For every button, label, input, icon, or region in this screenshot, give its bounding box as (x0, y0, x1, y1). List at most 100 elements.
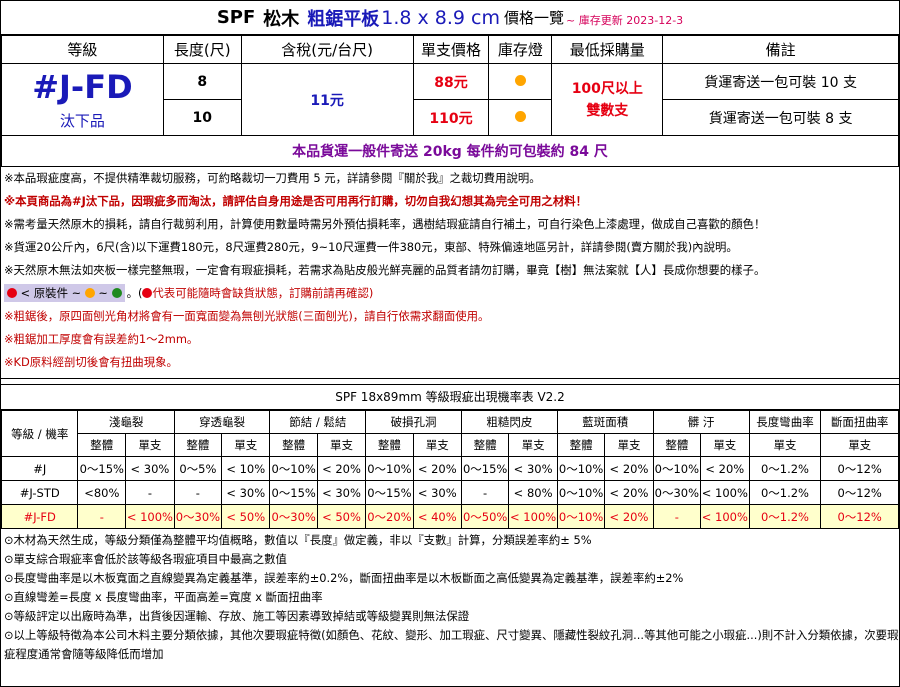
defect-group: 髒 汙 (652, 410, 750, 434)
header-length: 長度(尺) (162, 35, 242, 64)
stock-cell (488, 63, 553, 100)
length-cell: 10 (162, 99, 242, 136)
defect-cell: < 20% (700, 456, 750, 481)
defect-cell: < 20% (604, 480, 654, 505)
defect-group-header: 等級 / 機率 淺龜裂 穿透龜裂 節結 / 鬆結 破損孔洞 粗糙閃皮 藍斑面積 … (0, 410, 899, 457)
note-line: ※粗鋸加工厚度會有誤差約1～2mm。 (4, 332, 199, 346)
defect-cell: < 30% (508, 456, 558, 481)
title-dims: 1.8 x 8.9 cm (381, 6, 501, 29)
grade-label: #J-FD (32, 68, 133, 106)
defect-group: 斷面扭曲率 (820, 410, 899, 434)
length-cell: 8 (162, 63, 242, 100)
note-line: ※粗鋸後，原四面刨光角材將會有一面寬面變為無刨光狀態(三面刨光)，請自行依需求翻… (4, 309, 490, 323)
stock-legend: < 原裝件 ~ ~ 。(代表可能隨時會缺貨狀態，訂購前請再確認) (4, 282, 899, 305)
footer-line: ⊙以上等級特徵為本公司木料主要分類依據，其他次要瑕疵特徵(如顏色、花紋、變形、加… (4, 628, 899, 661)
defect-cell: < 20% (604, 456, 654, 481)
legend-sep: ~ (98, 286, 108, 300)
sub-single: 單支 (412, 433, 462, 457)
header-min-purchase: 最低採購量 (551, 35, 664, 64)
note-line: ※需考量天然原木的損耗，請自行裁剪利用，計算使用數量時需另外預估損耗率，遇樹結瑕… (4, 217, 766, 231)
defect-group: 穿透龜裂 (173, 410, 271, 434)
defect-cell: < 50% (316, 504, 367, 529)
stock-light-icon (514, 110, 526, 122)
min-purchase-cell: 100尺以上 雙數支 (551, 63, 664, 136)
grade-sub-label: 汰下品 (59, 112, 105, 130)
defect-cell: 0～5% (173, 456, 223, 481)
defect-cell: 0～15% (77, 456, 127, 481)
note-cell: 貨運寄送一包可裝 8 支 (662, 99, 899, 136)
defect-cell: - (125, 480, 175, 505)
note-line: ※天然原木無法如夾板一樣完整無瑕，一定會有瑕疵損耗，若需求為貼皮般光鮮亮麗的品質… (4, 263, 766, 277)
legend-text: < 原裝件 ~ (20, 286, 82, 300)
defect-cell: 0～12% (820, 480, 899, 505)
defect-group: 破損孔洞 (365, 410, 462, 434)
title-product: 粗鋸平板 (307, 8, 380, 30)
header-stock: 庫存燈 (488, 35, 553, 64)
defect-cell: 0～30% (173, 504, 223, 529)
defect-cell: 0～10% (269, 456, 318, 481)
sub-single: 單支 (700, 433, 750, 457)
defect-cell: < 50% (221, 504, 271, 529)
defect-cell: < 80% (508, 480, 558, 505)
sub-whole: 整體 (173, 433, 223, 457)
defect-cell: 0～50% (460, 504, 510, 529)
sub-whole: 整體 (269, 433, 318, 457)
header-unit-price: 單支價格 (412, 35, 490, 64)
defect-row: #J-FD - < 100% 0～30% < 50% 0～30% < 50% 0～20% < 4… (0, 504, 899, 529)
defect-row: #J-STD <80% - - < 30% 0～15% < 30% 0～15% < 30% - < … (0, 480, 899, 505)
defect-sub-header: 整體 單支 整體 單支 整體 單支 整體 單支 整體 單支 整體 單支 整體 單… (2, 433, 899, 457)
defect-cell: 0～15% (460, 456, 510, 481)
defect-cell: < 20% (316, 456, 367, 481)
defect-cell: 0～20% (365, 504, 414, 529)
sub-whole: 整體 (77, 433, 127, 457)
defect-cell: 0～10% (365, 456, 414, 481)
page: SPF 松木 粗鋸平板 1.8 x 8.9 cm 價格一覽 ~ 庫存更新 202… (0, 0, 900, 687)
sub-single: 單支 (508, 433, 558, 457)
note-line-warning: ※本頁商品為#J汰下品，因瑕疵多而淘汰，請評估自身用途是否可用再行訂購，切勿自我… (4, 194, 587, 208)
sub-whole: 整體 (365, 433, 414, 457)
legend-box: < 原裝件 ~ ~ (4, 284, 125, 302)
note-cell: 貨運寄送一包可裝 10 支 (662, 63, 899, 100)
shipping-info: 本品貨運一般件寄送 20kg 每件約可包裝約 84 尺 (1, 135, 899, 167)
defect-group: 藍斑面積 (556, 410, 654, 434)
grade-cell: #J-FD 汰下品 (1, 63, 164, 136)
footer-line: ⊙等級評定以出廠時為準，出貨後因運輸、存放、施工等因素導致掉結或等級變異則無法保… (4, 609, 470, 623)
header-grade: 等級 (1, 35, 164, 64)
footer-line: ⊙長度彎曲率是以木板寬面之直線變異為定義基準，誤差率約±0.2%，斷面扭曲率是以… (4, 571, 684, 585)
price-row: #J-FD 汰下品 8 11元 88元 100尺以上 雙數支 貨運寄送一包可裝 … (1, 63, 899, 136)
defect-cell: 0～10% (556, 456, 606, 481)
defect-cell: 0～10% (556, 480, 606, 505)
footer-notes: ⊙木材為天然生成，等級分類僅為整體平均值概略，數值以『長度』做定義，非以『支數』… (1, 529, 899, 664)
defect-cell: 0～15% (269, 480, 318, 505)
page-title: SPF 松木 粗鋸平板 1.8 x 8.9 cm 價格一覽 ~ 庫存更新 202… (1, 1, 899, 35)
green-dot-icon (111, 288, 122, 298)
footer-line: ⊙木材為天然生成，等級分類僅為整體平均值概略，數值以『長度』做定義，非以『支數』… (4, 533, 592, 547)
defect-cell: - (173, 480, 223, 505)
defect-cell: 0～15% (365, 480, 414, 505)
defect-cell: 0～1.2% (748, 456, 822, 481)
price-table: 等級 長度(尺) 含稅(元/台尺) 單支價格 庫存燈 最低採購量 備註 #J-F… (1, 35, 899, 167)
defect-table: 等級 / 機率 淺龜裂 穿透龜裂 節結 / 鬆結 破損孔洞 粗糙閃皮 藍斑面積 … (0, 410, 899, 529)
sub-single: 單支 (316, 433, 367, 457)
defect-group: 粗糙閃皮 (460, 410, 558, 434)
defect-cell: < 20% (412, 456, 462, 481)
min-purchase-line2: 雙數支 (586, 102, 629, 119)
sub-whole: 整體 (556, 433, 606, 457)
defect-cell: < 100% (700, 480, 750, 505)
defect-corner: 等級 / 機率 (0, 410, 79, 457)
defect-table-title: SPF 18x89mm 等級瑕疵出現機率表 V2.2 (1, 384, 899, 410)
defect-group: 淺龜裂 (77, 410, 175, 434)
tax-price-cell: 11元 (240, 63, 414, 136)
defect-cell: < 30% (221, 480, 271, 505)
defect-cell: 0～1.2% (748, 504, 822, 529)
header-tax-price: 含稅(元/台尺) (240, 35, 414, 64)
defect-cell: < 20% (604, 504, 654, 529)
note-line: ※貨運20公斤內，6尺(含)以下運費180元，8尺運費280元，9~10尺運費一… (4, 240, 738, 254)
title-suffix: 價格一覽 (504, 9, 565, 27)
defect-cell: < 100% (125, 504, 175, 529)
stock-cell (488, 99, 553, 136)
sub-single: 單支 (125, 433, 175, 457)
defect-cell: 0～10% (556, 504, 606, 529)
defect-grade: #J-FD (0, 504, 79, 529)
title-brand: SPF (216, 7, 256, 28)
